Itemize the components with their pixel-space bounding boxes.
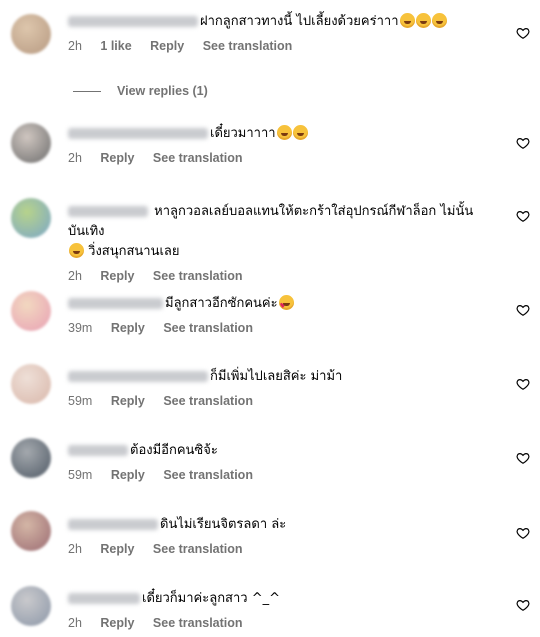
avatar[interactable] [11, 291, 51, 331]
reply-button[interactable]: Reply [100, 151, 134, 165]
like-heart-icon[interactable] [516, 26, 530, 40]
comment-meta: 59m Reply See translation [68, 468, 494, 482]
avatar[interactable] [11, 364, 51, 404]
comment-text: ดินไม่เรียนจิตรลดา ล่ะ [160, 517, 287, 532]
comment-time: 59m [68, 394, 93, 408]
see-translation-link[interactable]: See translation [153, 542, 243, 556]
comment-meta: 2h Reply See translation [68, 151, 494, 165]
grin-emoji-icon [415, 13, 431, 28]
username[interactable] [68, 128, 208, 139]
see-translation-link[interactable]: See translation [153, 269, 243, 283]
grin-emoji-icon [431, 13, 447, 28]
comment-meta: 2h Reply See translation [68, 542, 494, 556]
comment-time: 2h [68, 151, 82, 165]
comment-time: 2h [68, 39, 82, 53]
comment-meta: 2h 1 like Reply See translation [68, 39, 494, 53]
like-heart-icon[interactable] [516, 598, 530, 612]
username[interactable] [68, 445, 128, 456]
see-translation-link[interactable]: See translation [163, 321, 253, 335]
comment-text-line: ก็มีเพิ่มไปเลยสิค่ะ ม่าม้า [68, 367, 494, 387]
emoji-group [399, 13, 447, 29]
see-translation-link[interactable]: See translation [153, 151, 243, 165]
comment-text: ก็มีเพิ่มไปเลยสิค่ะ ม่าม้า [210, 369, 343, 384]
replies-divider [73, 91, 101, 93]
comment-meta: 59m Reply See translation [68, 394, 494, 408]
grin-emoji-icon [69, 243, 84, 258]
comment-time: 39m [68, 321, 93, 335]
username[interactable] [68, 206, 148, 217]
username[interactable] [68, 298, 163, 309]
reply-button[interactable]: Reply [100, 542, 134, 556]
see-translation-link[interactable]: See translation [153, 616, 243, 630]
comment-text-line: ต้องมีอีกคนซิจ้ะ [68, 441, 494, 461]
comment-time: 59m [68, 468, 93, 482]
like-heart-icon[interactable] [516, 136, 530, 150]
comment-text-line: ฝากลูกสาวทางนี้ ไปเลี้ยงด้วยคร่าาา [68, 12, 494, 32]
comment-meta: 39m Reply See translation [68, 321, 494, 335]
like-heart-icon[interactable] [516, 303, 530, 317]
comment-text-line-2: วิ่งสนุกสนานเลย [68, 242, 494, 262]
wink-emoji-icon [276, 125, 292, 140]
view-replies-label[interactable]: View replies (1) [117, 84, 208, 98]
like-heart-icon[interactable] [516, 377, 530, 391]
see-translation-link[interactable]: See translation [203, 39, 293, 53]
username[interactable] [68, 593, 140, 604]
avatar[interactable] [11, 123, 51, 163]
smile-emoji-icon [292, 125, 308, 140]
like-count[interactable]: 1 like [100, 39, 131, 53]
emoji-group [276, 125, 308, 141]
comment-meta: 2h Reply See translation [68, 269, 494, 283]
comment-text: ฝากลูกสาวทางนี้ ไปเลี้ยงด้วยคร่าาา [200, 14, 399, 29]
hearteyes-emoji-icon [278, 295, 294, 316]
view-replies-button[interactable]: View replies (1) [73, 84, 208, 98]
reply-button[interactable]: Reply [100, 616, 134, 630]
avatar[interactable] [11, 198, 51, 238]
comment-text: ต้องมีอีกคนซิจ้ะ [130, 443, 218, 458]
reply-button[interactable]: Reply [100, 269, 134, 283]
reply-button[interactable]: Reply [111, 468, 145, 482]
avatar[interactable] [11, 438, 51, 478]
like-heart-icon[interactable] [516, 209, 530, 223]
see-translation-link[interactable]: See translation [163, 468, 253, 482]
username[interactable] [68, 371, 208, 382]
avatar[interactable] [11, 586, 51, 626]
comment-time: 2h [68, 269, 82, 283]
like-heart-icon[interactable] [516, 526, 530, 540]
comment-text: มีลูกสาวอีกซักคนค่ะ [165, 296, 278, 311]
comment-text-line: มีลูกสาวอีกซักคนค่ะ [68, 294, 494, 316]
reply-button[interactable]: Reply [111, 321, 145, 335]
emoji-group [278, 295, 294, 316]
see-translation-link[interactable]: See translation [163, 394, 253, 408]
avatar[interactable] [11, 14, 51, 54]
like-heart-icon[interactable] [516, 451, 530, 465]
username[interactable] [68, 16, 198, 27]
username[interactable] [68, 519, 158, 530]
emoji-group [68, 243, 84, 259]
avatar[interactable] [11, 511, 51, 551]
comment-text-line: หาลูกวอลเลย์บอลแทนให้ตะกร้าใส่อุปกรณ์กีฬ… [68, 202, 494, 242]
comment-text: เดี๋ยวก็มาค่ะลูกสาว ^_^ [142, 591, 281, 606]
comment-text-continued: วิ่งสนุกสนานเลย [88, 244, 180, 259]
comment-text-line: ดินไม่เรียนจิตรลดา ล่ะ [68, 515, 494, 535]
comment-time: 2h [68, 542, 82, 556]
grin-emoji-icon [399, 13, 415, 28]
comment-text-line: เดี๋ยวก็มาค่ะลูกสาว ^_^ [68, 589, 494, 609]
comment-time: 2h [68, 616, 82, 630]
reply-button[interactable]: Reply [150, 39, 184, 53]
comment-meta: 2h Reply See translation [68, 616, 494, 630]
comment-text-line: เดี๋ยวมาาาา [68, 124, 494, 144]
reply-button[interactable]: Reply [111, 394, 145, 408]
comment-text: เดี๋ยวมาาาา [210, 126, 276, 141]
